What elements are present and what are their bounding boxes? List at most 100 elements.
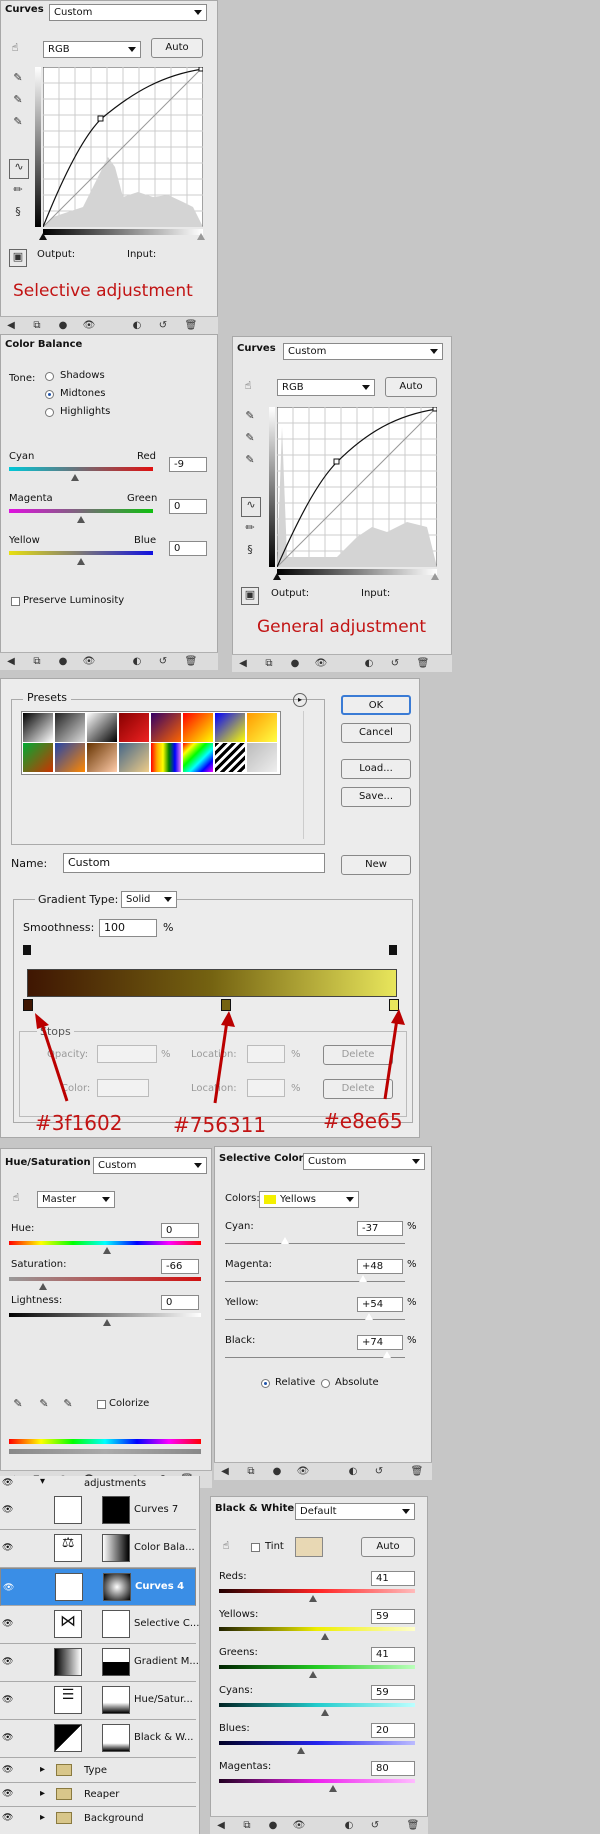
greens-thumb[interactable] xyxy=(309,1671,317,1678)
yellow-blue-slider[interactable] xyxy=(9,551,153,555)
curves-graph[interactable] xyxy=(43,67,203,227)
magentas-slider[interactable] xyxy=(219,1779,415,1783)
smooth-icon[interactable]: § xyxy=(243,543,257,557)
curve-tool-icon[interactable]: ∿ xyxy=(241,497,261,517)
eye-icon[interactable]: 👁 xyxy=(3,1582,14,1594)
cyan-red-slider[interactable] xyxy=(9,467,153,471)
reset-icon[interactable]: ↺ xyxy=(388,658,402,669)
auto-button[interactable]: Auto xyxy=(385,377,437,397)
cyans-value-input[interactable]: 59 xyxy=(371,1685,415,1700)
white-point-slider-icon[interactable] xyxy=(431,573,439,580)
blues-slider[interactable] xyxy=(219,1741,415,1745)
back-arrow-icon[interactable]: ◀ xyxy=(4,320,18,331)
reset-icon[interactable]: ↺ xyxy=(156,656,170,667)
cyan-red-value-input[interactable]: -9 xyxy=(169,457,207,472)
black-eyedropper-icon[interactable]: ✎ xyxy=(11,71,25,85)
hand-adjust-icon[interactable]: ☝ xyxy=(241,379,255,393)
black-point-slider-icon[interactable] xyxy=(273,573,281,580)
hand-adjust-icon[interactable]: ☝ xyxy=(219,1539,233,1553)
saturation-thumb[interactable] xyxy=(39,1283,47,1290)
cyan-thumb[interactable] xyxy=(281,1237,289,1244)
eyedropper-icon[interactable]: ✎ xyxy=(11,1397,25,1411)
black-value-input[interactable]: +74 xyxy=(357,1335,403,1350)
absolute-radio[interactable] xyxy=(321,1379,330,1388)
subtract-from-sample-icon[interactable]: ✎ xyxy=(61,1397,75,1411)
expand-icon[interactable]: ⧉ xyxy=(30,656,44,667)
folder-row[interactable]: 👁 ▸ Reaper xyxy=(0,1782,196,1807)
clip-icon[interactable]: ● xyxy=(270,1466,284,1477)
blues-thumb[interactable] xyxy=(297,1747,305,1754)
reds-thumb[interactable] xyxy=(309,1595,317,1602)
hue-slider[interactable] xyxy=(9,1241,201,1245)
tint-color-swatch[interactable] xyxy=(295,1537,323,1557)
options-icon[interactable]: ▣ xyxy=(9,249,27,267)
expand-triangle-icon[interactable]: ▸ xyxy=(40,1788,45,1799)
colorize-checkbox[interactable] xyxy=(97,1400,106,1409)
curves-graph[interactable] xyxy=(277,407,437,567)
white-eyedropper-icon[interactable]: ✎ xyxy=(11,115,25,129)
reset-icon[interactable]: ↺ xyxy=(156,320,170,331)
magenta-slider[interactable] xyxy=(225,1281,405,1282)
cyans-slider[interactable] xyxy=(219,1703,415,1707)
layer-row[interactable]: 👁 ⚖ Color Bala... xyxy=(0,1530,196,1568)
blues-value-input[interactable]: 20 xyxy=(371,1723,415,1738)
back-arrow-icon[interactable]: ◀ xyxy=(218,1466,232,1477)
clip-icon[interactable]: ● xyxy=(266,1820,280,1831)
eye-icon[interactable]: 👁 xyxy=(314,658,328,669)
black-eyedropper-icon[interactable]: ✎ xyxy=(243,409,257,423)
white-eyedropper-icon[interactable]: ✎ xyxy=(243,453,257,467)
hue-saturation-preset-select[interactable]: Custom xyxy=(93,1157,207,1174)
clip-icon[interactable]: ● xyxy=(56,320,70,331)
eye-icon[interactable]: 👁 xyxy=(2,1543,13,1553)
add-to-sample-icon[interactable]: ✎ xyxy=(37,1397,51,1411)
eye-icon[interactable]: 👁 xyxy=(2,1478,13,1488)
white-point-slider-icon[interactable] xyxy=(197,233,205,240)
hand-adjust-icon[interactable]: ☝ xyxy=(8,41,22,55)
layer-row[interactable]: 👁 ☰ Hue/Satur... xyxy=(0,1682,196,1720)
layer-row-selected[interactable]: 👁 Curves 4 xyxy=(0,1568,196,1606)
trash-icon[interactable]: 🗑 xyxy=(184,656,198,667)
eye-icon[interactable]: 👁 xyxy=(292,1820,306,1831)
trash-icon[interactable]: 🗑 xyxy=(184,320,198,331)
expand-icon[interactable]: ⧉ xyxy=(30,320,44,331)
group-row[interactable]: 👁 ▾ adjustments xyxy=(0,1476,196,1493)
gray-eyedropper-icon[interactable]: ✎ xyxy=(243,431,257,445)
eye-icon[interactable]: 👁 xyxy=(2,1789,13,1799)
greens-value-input[interactable]: 41 xyxy=(371,1647,415,1662)
clip-icon[interactable]: ● xyxy=(56,656,70,667)
preserve-luminosity-checkbox[interactable] xyxy=(11,597,20,606)
reds-value-input[interactable]: 41 xyxy=(371,1571,415,1586)
greens-slider[interactable] xyxy=(219,1665,415,1669)
folder-row[interactable]: 👁 ▸ Type xyxy=(0,1758,196,1783)
trash-icon[interactable]: 🗑 xyxy=(410,1466,424,1477)
eye-icon[interactable]: 👁 xyxy=(2,1765,13,1775)
auto-button[interactable]: Auto xyxy=(151,38,203,58)
magenta-value-input[interactable]: +48 xyxy=(357,1259,403,1274)
yellow-blue-thumb[interactable] xyxy=(77,558,85,565)
eye-icon[interactable]: 👁 xyxy=(82,656,96,667)
yellow-slider[interactable] xyxy=(225,1319,405,1320)
layer-row[interactable]: 👁 Gradient M... xyxy=(0,1644,199,1682)
hue-thumb[interactable] xyxy=(103,1247,111,1254)
prev-state-icon[interactable]: ◐ xyxy=(130,656,144,667)
tint-checkbox[interactable] xyxy=(251,1543,260,1552)
expand-icon[interactable]: ⧉ xyxy=(262,658,276,669)
expand-icon[interactable]: ⧉ xyxy=(240,1820,254,1831)
prev-state-icon[interactable]: ◐ xyxy=(342,1820,356,1831)
yellow-blue-value-input[interactable]: 0 xyxy=(169,541,207,556)
eye-icon[interactable]: 👁 xyxy=(2,1695,13,1705)
clip-icon[interactable]: ● xyxy=(288,658,302,669)
auto-button[interactable]: Auto xyxy=(361,1537,415,1557)
cyan-red-thumb[interactable] xyxy=(71,474,79,481)
reds-slider[interactable] xyxy=(219,1589,415,1593)
prev-state-icon[interactable]: ◐ xyxy=(346,1466,360,1477)
layer-row[interactable]: 👁 Black & W... xyxy=(0,1720,196,1758)
gray-eyedropper-icon[interactable]: ✎ xyxy=(11,93,25,107)
layer-row[interactable]: 👁 Curves 7 xyxy=(0,1492,196,1530)
expand-triangle-icon[interactable]: ▸ xyxy=(40,1764,45,1775)
curves-preset-select[interactable]: Custom xyxy=(283,343,443,360)
eye-icon[interactable]: 👁 xyxy=(2,1505,13,1515)
curves-preset-select[interactable]: Custom xyxy=(49,4,207,21)
back-arrow-icon[interactable]: ◀ xyxy=(214,1820,228,1831)
pencil-icon[interactable]: ✏ xyxy=(243,521,257,535)
